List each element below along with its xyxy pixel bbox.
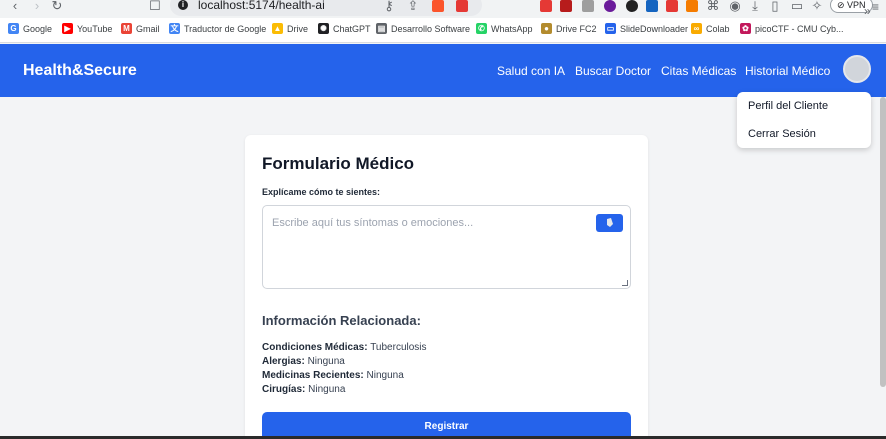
bookmark-item[interactable]: ▶ YouTube (62, 23, 112, 34)
bookmark-label: ChatGPT (333, 23, 371, 34)
info-condiciones: Condiciones Médicas: Tuberculosis (262, 342, 427, 353)
gmail-icon: M (121, 23, 132, 34)
bookmark-label: Desarrollo Software (391, 23, 471, 34)
puzzle-extensions-icon[interactable]: ⌘ (706, 0, 720, 14)
back-icon[interactable]: ‹ (8, 0, 22, 14)
bookmark-label: Colab (706, 23, 730, 34)
more-bookmarks-icon[interactable]: » (864, 4, 871, 18)
brand-logo[interactable]: Health&Secure (23, 62, 137, 80)
chatgpt-icon: ✺ (318, 23, 329, 34)
medical-form-card: Formulario Médico Explícame cómo te sien… (245, 135, 648, 439)
brave-rewards-icon[interactable] (456, 0, 468, 12)
bookmark-item[interactable]: ✺ ChatGPT (318, 23, 371, 34)
nav-link-citas-medicas[interactable]: Citas Médicas (661, 64, 736, 78)
related-info-title: Información Relacionada: (262, 313, 421, 328)
extension-icon[interactable]: ◉ (728, 0, 742, 14)
forward-icon[interactable]: › (30, 0, 44, 14)
extension-icon[interactable] (646, 0, 658, 12)
page-scrollbar[interactable] (880, 97, 886, 387)
picoctf-icon: ✿ (740, 23, 751, 34)
bookmark-item[interactable]: ▲ Drive (272, 23, 308, 34)
bookmark-label: YouTube (77, 23, 113, 34)
password-key-icon[interactable]: ⚷ (382, 0, 396, 14)
bookmark-label: Drive (287, 23, 309, 34)
voice-input-button[interactable] (596, 214, 623, 232)
browser-toolbar: ‹ › ↻ ☐ i localhost:5174/health-ai ⚷ ⇪ ⌘… (0, 0, 886, 18)
whatsapp-icon: ✆ (476, 23, 487, 34)
extension-icon[interactable] (582, 0, 594, 12)
symptoms-placeholder: Escribe aquí tus síntomas o emociones... (272, 217, 474, 229)
bookmark-item[interactable]: G Google (8, 23, 52, 34)
user-dropdown-menu: Perfil del Cliente Cerrar Sesión (737, 92, 871, 148)
brave-shield-icon[interactable] (432, 0, 444, 12)
google-icon: G (8, 23, 19, 34)
extension-icon[interactable] (560, 0, 572, 12)
info-cirugias: Cirugías: Ninguna (262, 384, 346, 395)
site-info-icon[interactable]: i (178, 0, 188, 10)
extension-icon[interactable] (604, 0, 616, 12)
register-button[interactable]: Registrar (262, 412, 631, 439)
form-title: Formulario Médico (262, 154, 415, 173)
download-icon[interactable]: ⤓ (748, 0, 762, 14)
url-text[interactable]: localhost:5174/health-ai (198, 0, 325, 12)
bookmark-item[interactable]: 文 Traductor de Google (169, 23, 266, 34)
nav-link-historial-medico[interactable]: Historial Médico (745, 64, 830, 78)
reload-icon[interactable]: ↻ (50, 0, 64, 14)
bookmark-label: Google (23, 23, 53, 34)
sidebar-icon[interactable]: ▯ (768, 0, 782, 14)
bookmark-label: WhatsApp (491, 23, 533, 34)
info-alergias: Alergias: Ninguna (262, 356, 345, 367)
bookmark-item[interactable]: ∞ Colab (691, 23, 730, 34)
wallet-icon[interactable]: ▭ (790, 0, 804, 14)
bookmark-item[interactable]: ● Drive FC2 (541, 23, 597, 34)
bookmark-item[interactable]: ✿ picoCTF - CMU Cyb... (740, 23, 844, 34)
drive-icon: ▲ (272, 23, 283, 34)
drive-fc2-icon: ● (541, 23, 552, 34)
bookmark-label: SlideDownloader (620, 23, 689, 34)
app-header: Health&Secure Salud con IA Buscar Doctor… (0, 44, 886, 97)
bookmark-item[interactable]: ▤ Desarrollo Software (376, 23, 470, 34)
resize-handle-icon[interactable] (622, 280, 628, 286)
menu-item-cerrar-sesion[interactable]: Cerrar Sesión (748, 128, 816, 140)
extension-icon[interactable] (666, 0, 678, 12)
youtube-icon: ▶ (62, 23, 73, 34)
extension-icon[interactable] (540, 0, 552, 12)
document-icon: ▤ (376, 23, 387, 34)
symptoms-textarea[interactable]: Escribe aquí tus síntomas o emociones... (262, 205, 631, 289)
bookmarks-bar: G Google ▶ YouTube M Gmail 文 Traductor de Googl… (0, 18, 886, 43)
bookmark-label: Traductor de Google (184, 23, 267, 34)
bookmark-item[interactable]: ▭ SlideDownloader (605, 23, 688, 34)
translate-icon: 文 (169, 23, 180, 34)
metamask-icon[interactable] (686, 0, 698, 12)
bookmark-star-icon[interactable]: ☐ (148, 0, 162, 14)
nav-link-buscar-doctor[interactable]: Buscar Doctor (575, 64, 651, 78)
menu-item-perfil[interactable]: Perfil del Cliente (748, 100, 828, 112)
microphone-icon (607, 218, 613, 227)
colab-icon: ∞ (691, 23, 702, 34)
bookmark-label: Gmail (136, 23, 160, 34)
info-medicinas: Medicinas Recientes: Ninguna (262, 370, 404, 381)
bookmark-item[interactable]: M Gmail (121, 23, 160, 34)
slide-icon: ▭ (605, 23, 616, 34)
bookmark-item[interactable]: ✆ WhatsApp (476, 23, 533, 34)
extension-icon[interactable] (626, 0, 638, 12)
bookmark-label: picoCTF - CMU Cyb... (755, 23, 844, 34)
avatar[interactable] (843, 55, 871, 83)
nav-link-salud-ia[interactable]: Salud con IA (497, 64, 565, 78)
symptoms-label: Explícame cómo te sientes: (262, 187, 381, 197)
share-icon[interactable]: ⇪ (406, 0, 420, 14)
bookmark-label: Drive FC2 (556, 23, 597, 34)
leo-ai-icon[interactable]: ✧ (810, 0, 824, 14)
menu-icon[interactable]: ≡ (872, 0, 879, 14)
